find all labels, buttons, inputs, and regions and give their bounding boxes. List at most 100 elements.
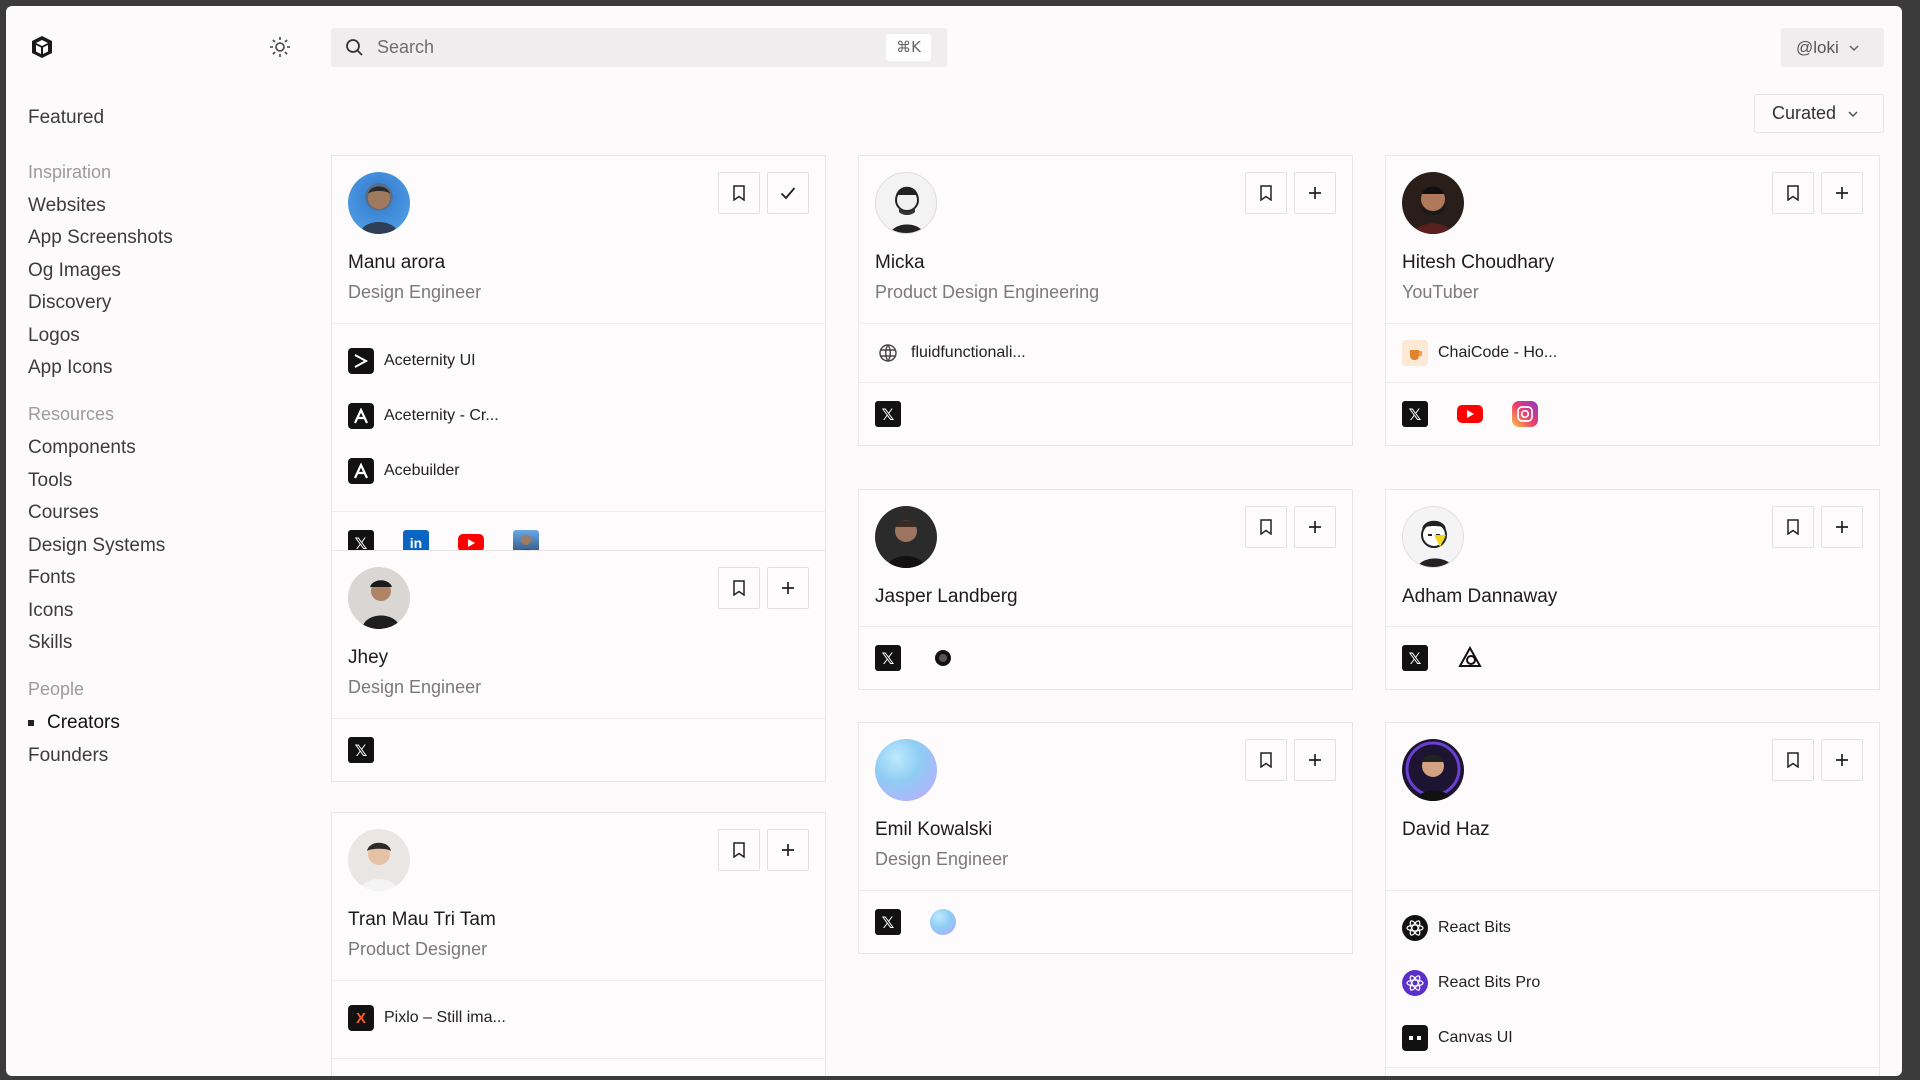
- bookmark-button[interactable]: [1772, 739, 1814, 781]
- app-logo-icon[interactable]: [29, 34, 55, 60]
- nav-design-systems[interactable]: Design Systems: [28, 535, 165, 557]
- instagram-icon[interactable]: [1512, 401, 1538, 427]
- search-bar[interactable]: Search ⌘K: [331, 28, 947, 67]
- creator-name[interactable]: Jasper Landberg: [875, 586, 1018, 608]
- creator-role: YouTuber: [1402, 282, 1479, 302]
- project-link-label: React Bits Pro: [1438, 974, 1541, 991]
- bookmark-button[interactable]: [718, 567, 760, 609]
- add-button[interactable]: [1294, 739, 1336, 781]
- nav-fonts[interactable]: Fonts: [28, 567, 76, 589]
- add-button[interactable]: [767, 829, 809, 871]
- add-button[interactable]: [767, 567, 809, 609]
- add-button[interactable]: [1294, 172, 1336, 214]
- creator-name[interactable]: Adham Dannaway: [1402, 586, 1557, 608]
- project-link[interactable]: X Pixlo – Still ima...: [348, 1001, 586, 1035]
- sidebar: Featured Inspiration Websites App Screen…: [6, 6, 306, 1076]
- x-icon[interactable]: 𝕏: [1402, 401, 1428, 427]
- nav-skills[interactable]: Skills: [28, 632, 72, 654]
- plus-icon: [782, 582, 794, 594]
- nav-app-screenshots[interactable]: App Screenshots: [28, 227, 173, 249]
- creator-name[interactable]: Tran Mau Tri Tam: [348, 909, 496, 931]
- project-link[interactable]: React Bits: [1402, 911, 1640, 945]
- avatar: [1402, 172, 1464, 234]
- bookmark-icon: [1260, 185, 1272, 201]
- nav-founders[interactable]: Founders: [28, 745, 108, 767]
- site-icon[interactable]: [1457, 645, 1483, 671]
- avatar: [875, 739, 937, 801]
- search-icon: [345, 38, 364, 57]
- creator-card-adham-dannaway: Adham Dannaway 𝕏: [1385, 489, 1880, 690]
- x-icon[interactable]: 𝕏: [875, 401, 901, 427]
- bookmark-icon: [733, 842, 745, 858]
- nav-og-images[interactable]: Og Images: [28, 260, 121, 282]
- creator-role: Product Designer: [348, 939, 488, 959]
- plus-icon: [1836, 754, 1848, 766]
- bookmark-icon: [1787, 185, 1799, 201]
- creator-name[interactable]: David Haz: [1402, 819, 1490, 841]
- x-icon[interactable]: 𝕏: [1402, 645, 1428, 671]
- x-icon[interactable]: 𝕏: [875, 909, 901, 935]
- project-link[interactable]: fluidfunctionali...: [875, 336, 1113, 370]
- nav-creators-label: Creators: [47, 712, 120, 733]
- nav-heading-people: People: [28, 679, 85, 699]
- project-link[interactable]: Canvas UI: [1402, 1021, 1640, 1055]
- app-window: Featured Inspiration Websites App Screen…: [6, 6, 1902, 1076]
- nav-courses[interactable]: Courses: [28, 502, 99, 524]
- nav-creators[interactable]: Creators: [28, 712, 120, 734]
- user-menu-button[interactable]: @loki: [1781, 28, 1884, 67]
- add-button[interactable]: [1821, 739, 1863, 781]
- site-icon[interactable]: [930, 909, 956, 935]
- creator-name[interactable]: Micka: [875, 252, 925, 274]
- bookmark-button[interactable]: [1245, 739, 1287, 781]
- plus-icon: [1309, 754, 1321, 766]
- nav-components[interactable]: Components: [28, 437, 136, 459]
- react-bits-pro-logo-icon: [1402, 970, 1428, 996]
- nav-discovery[interactable]: Discovery: [28, 292, 111, 314]
- bookmark-button[interactable]: [1245, 172, 1287, 214]
- project-link[interactable]: Aceternity - Cr...: [348, 399, 586, 433]
- chevron-down-icon: [1848, 110, 1858, 117]
- bookmark-button[interactable]: [1772, 172, 1814, 214]
- creator-name[interactable]: Manu arora: [348, 252, 445, 274]
- nav-logos[interactable]: Logos: [28, 325, 80, 347]
- creator-role: Design Engineer: [348, 677, 482, 697]
- theme-toggle-icon[interactable]: [269, 36, 291, 58]
- avatar: [348, 567, 410, 629]
- nav-tools[interactable]: Tools: [28, 470, 72, 492]
- x-icon[interactable]: 𝕏: [875, 645, 901, 671]
- plus-icon: [1309, 187, 1321, 199]
- project-link-label: Aceternity UI: [384, 352, 476, 369]
- search-input[interactable]: Search: [377, 37, 434, 58]
- youtube-icon[interactable]: [1457, 401, 1483, 427]
- bookmark-button[interactable]: [718, 172, 760, 214]
- site-icon[interactable]: [930, 645, 956, 671]
- project-link[interactable]: Aceternity UI: [348, 344, 586, 378]
- nav-featured[interactable]: Featured: [28, 107, 104, 129]
- search-shortcut-badge: ⌘K: [886, 34, 931, 61]
- bookmark-button[interactable]: [1772, 506, 1814, 548]
- plus-icon: [1309, 521, 1321, 533]
- creator-name[interactable]: Emil Kowalski: [875, 819, 992, 841]
- sort-dropdown[interactable]: Curated: [1754, 94, 1884, 133]
- project-link[interactable]: React Bits Pro: [1402, 966, 1640, 1000]
- add-button[interactable]: [1294, 506, 1336, 548]
- nav-websites[interactable]: Websites: [28, 195, 106, 217]
- x-icon[interactable]: 𝕏: [348, 737, 374, 763]
- creator-name[interactable]: Hitesh Choudhary: [1402, 252, 1554, 274]
- added-button[interactable]: [767, 172, 809, 214]
- add-button[interactable]: [1821, 172, 1863, 214]
- creator-role: Design Engineer: [875, 849, 1009, 869]
- nav-icons[interactable]: Icons: [28, 600, 73, 622]
- project-link[interactable]: ChaiCode - Ho...: [1402, 336, 1640, 370]
- avatar: [348, 829, 410, 891]
- bookmark-button[interactable]: [718, 829, 760, 871]
- bookmark-button[interactable]: [1245, 506, 1287, 548]
- creator-name[interactable]: Jhey: [348, 647, 388, 669]
- aceternity-create-logo-icon: [348, 403, 374, 429]
- project-link-label: Canvas UI: [1438, 1029, 1513, 1046]
- add-button[interactable]: [1821, 506, 1863, 548]
- project-link[interactable]: Acebuilder: [348, 454, 586, 488]
- creator-card-emil-kowalski: Emil Kowalski Design Engineer 𝕏: [858, 722, 1353, 954]
- plus-icon: [1836, 187, 1848, 199]
- nav-app-icons[interactable]: App Icons: [28, 357, 113, 379]
